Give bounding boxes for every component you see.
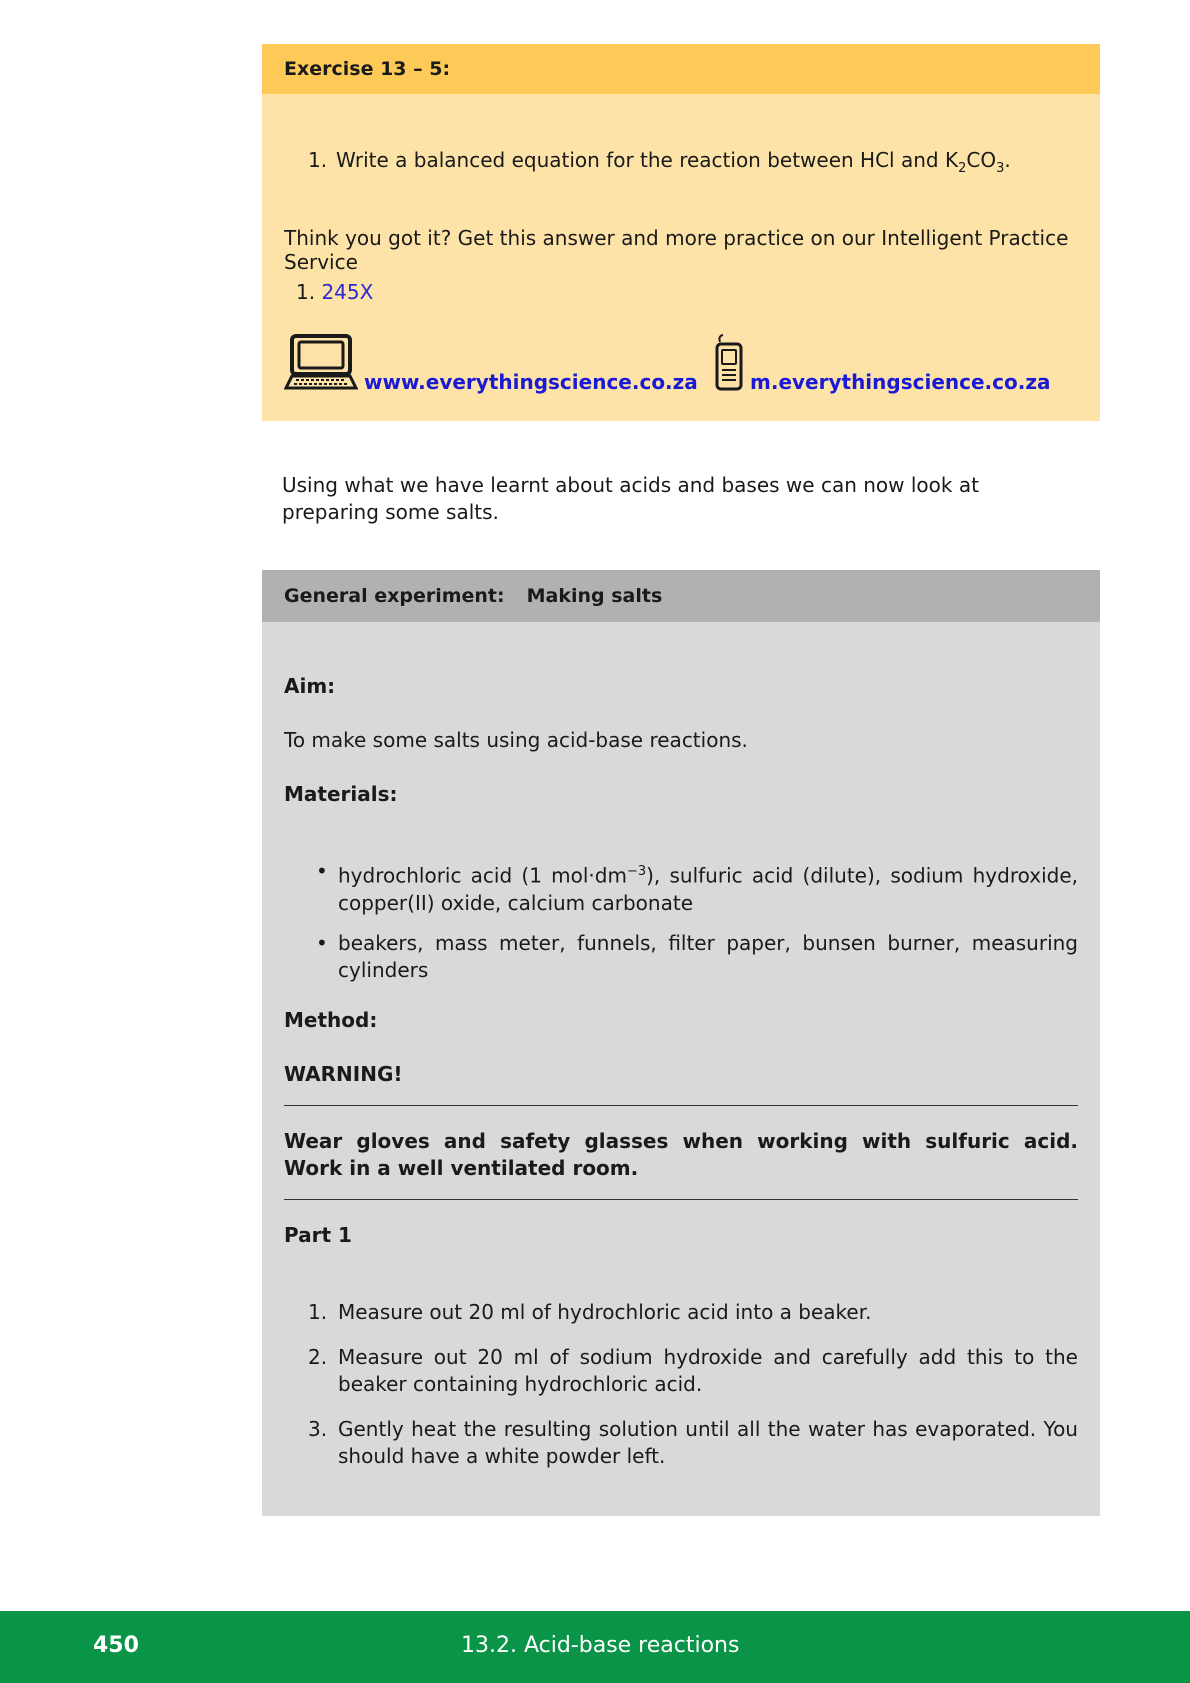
warning-heading: WARNING! [284, 1062, 403, 1086]
bullet-icon: • [316, 931, 328, 955]
page-footer: 450 13.2. Acid-base reactions [0, 1611, 1190, 1683]
aim-text: To make some salts using acid-base react… [284, 728, 748, 752]
mobile-phone-icon [714, 334, 744, 396]
answer-number: 1. [296, 280, 316, 304]
exercise-question: 1. Write a balanced equation for the reac… [308, 148, 1011, 176]
divider [284, 1199, 1078, 1200]
method-step: 1. Measure out 20 ml of hydrochloric acid… [308, 1299, 1078, 1326]
exercise-box: Exercise 13 – 5: 1. Write a balanced equa… [262, 44, 1100, 421]
experiment-header: General experiment: Making salts [262, 570, 1100, 622]
step-text: Measure out 20 ml of hydrochloric acid i… [338, 1300, 872, 1324]
web-link[interactable]: www.everythingscience.co.za [364, 370, 698, 394]
intro-paragraph: Using what we have learnt about acids an… [282, 473, 979, 524]
answer-item: 1. 245X [296, 280, 373, 304]
experiment-title: Making salts [526, 585, 663, 607]
step-text: Gently heat the resulting solution until… [338, 1417, 1078, 1468]
materials-heading: Materials: [284, 782, 398, 806]
part-heading: Part 1 [284, 1223, 352, 1247]
experiment-box: General experiment: Making salts Aim: To … [262, 570, 1100, 1516]
step-text: Measure out 20 ml of sodium hydroxide an… [338, 1345, 1078, 1396]
warning-text: Wear gloves and safety glasses when work… [284, 1129, 1078, 1180]
method-step: 2. Measure out 20 ml of sodium hydroxide … [308, 1344, 1078, 1398]
step-number: 1. [308, 1300, 328, 1324]
mobile-link[interactable]: m.everythingscience.co.za [750, 370, 1050, 394]
section-title: 13.2. Acid-base reactions [461, 1633, 740, 1658]
practice-prompt: Think you got it? Get this answer and mo… [284, 226, 1069, 274]
web-link-item[interactable]: www.everythingscience.co.za [283, 334, 698, 396]
divider [284, 1105, 1078, 1106]
mobile-link-item[interactable]: m.everythingscience.co.za [714, 334, 1050, 396]
method-heading: Method: [284, 1008, 378, 1032]
exercise-title: Exercise 13 – 5: [262, 44, 1100, 94]
page-number: 450 [93, 1633, 139, 1658]
step-number: 3. [308, 1417, 328, 1441]
practice-links: www.everythingscience.co.za m.everything… [283, 334, 1100, 396]
aim-heading: Aim: [284, 674, 336, 698]
question-number: 1. [308, 148, 328, 172]
material-item: • beakers, mass meter, funnels, filter pa… [316, 931, 1078, 982]
step-number: 2. [308, 1345, 328, 1369]
answer-code-link[interactable]: 245X [321, 280, 373, 304]
experiment-type-label: General experiment: [284, 585, 505, 607]
bullet-icon: • [316, 859, 328, 883]
method-step: 3. Gently heat the resulting solution unt… [308, 1416, 1078, 1470]
laptop-icon [283, 334, 359, 396]
material-item: • hydrochloric acid (1 mol·dm−3), sulfuri… [316, 859, 1078, 915]
